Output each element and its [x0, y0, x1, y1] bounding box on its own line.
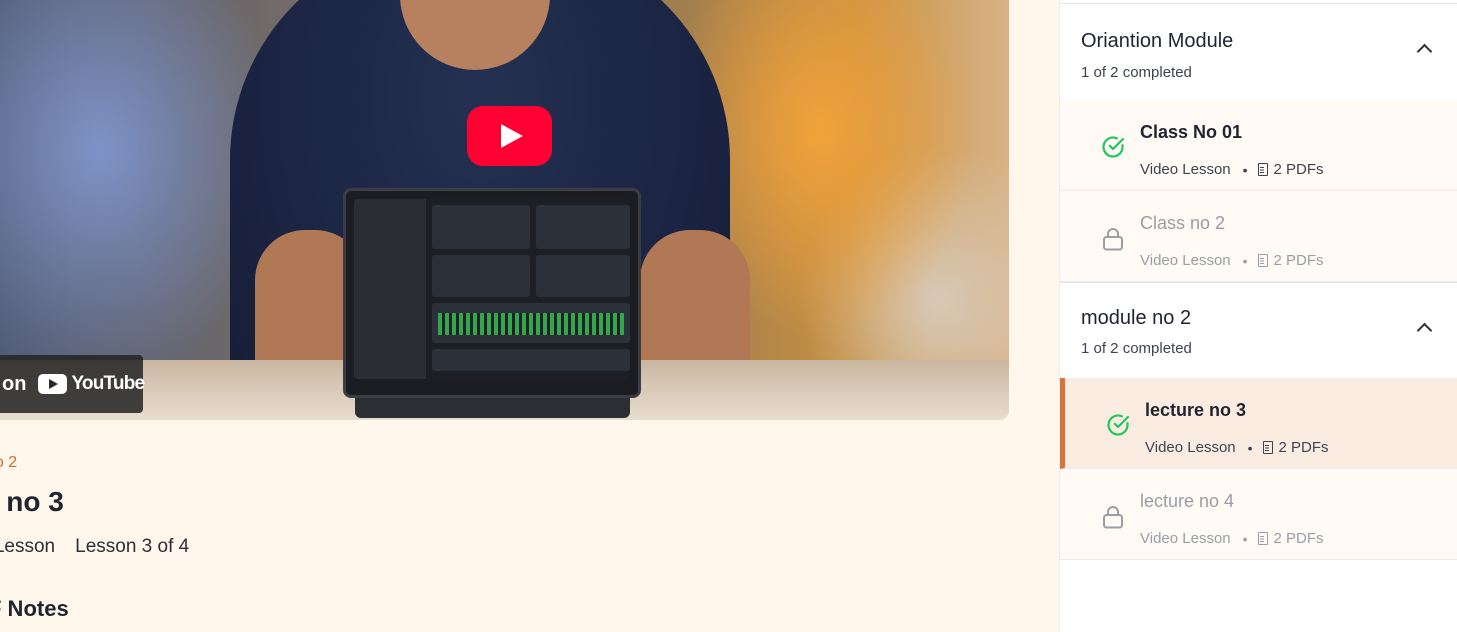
lesson-title: re no 3: [0, 486, 64, 517]
module-breadcrumb[interactable]: no 2: [0, 454, 17, 472]
laptop-screen: [354, 199, 630, 379]
lesson-meta: Video Lesson • 2 PDFs: [1140, 530, 1324, 547]
separator-dot: •: [1242, 252, 1248, 269]
lesson-type: Video Lesson: [1140, 252, 1231, 269]
lesson-meta: Video Lesson • 2 PDFs: [1145, 439, 1329, 456]
lesson-type: Video Lesson: [1145, 439, 1236, 456]
lesson-item-lecture-no-4[interactable]: lecture no 4 Video Lesson • 2 PDFs: [1060, 469, 1457, 560]
youtube-play-icon[interactable]: [467, 106, 552, 166]
lesson-name: lecture no 3: [1145, 400, 1247, 420]
lesson-item-lecture-no-3[interactable]: lecture no 3 Video Lesson • 2 PDFs: [1060, 378, 1457, 469]
document-icon: [1257, 163, 1268, 176]
chevron-up-icon[interactable]: [1416, 322, 1433, 339]
lock-icon: [1103, 506, 1123, 529]
check-circle-icon: [1107, 414, 1130, 436]
lesson-type: o Lesson: [0, 536, 56, 557]
youtube-logo: YouTube: [38, 373, 145, 395]
lesson-item-class-no-2[interactable]: Class no 2 Video Lesson • 2 PDFs: [1060, 191, 1457, 282]
module-title: Oriantion Module: [1081, 30, 1234, 52]
module-header-oriantion[interactable]: Oriantion Module 1 of 2 completed: [1060, 4, 1457, 100]
youtube-wordmark: YouTube: [71, 373, 145, 394]
youtube-logo-icon: [38, 374, 68, 394]
separator-dot: •: [1242, 530, 1248, 547]
watch-on-label: on: [2, 372, 27, 395]
video-thumbnail-laptop: [343, 188, 641, 398]
lesson-meta: Video Lesson • 2 PDFs: [1140, 252, 1324, 269]
separator-dot: •: [1242, 161, 1248, 178]
document-icon: [1257, 532, 1268, 545]
pdf-notes-heading: F Notes: [0, 596, 69, 621]
module-progress: 1 of 2 completed: [1081, 340, 1192, 357]
lesson-name: Class No 01: [1140, 122, 1243, 142]
document-icon: [1257, 254, 1268, 267]
lock-icon: [1103, 228, 1123, 251]
lesson-attachments: 2 PDFs: [1273, 530, 1324, 547]
module-header-module-no-2[interactable]: module no 2 1 of 2 completed: [1060, 283, 1457, 379]
lesson-attachments: 2 PDFs: [1273, 161, 1324, 178]
lesson-name: lecture no 4: [1140, 491, 1235, 511]
module-progress: 1 of 2 completed: [1081, 64, 1192, 81]
lesson-meta: o Lesson Lesson 3 of 4: [0, 536, 189, 558]
lesson-content-area: on YouTube no 2 re no 3 o Lesson Lesson …: [0, 0, 1059, 632]
lesson-name: Class no 2: [1140, 213, 1226, 233]
lesson-position: Lesson 3 of 4: [75, 536, 190, 557]
lesson-attachments: 2 PDFs: [1273, 252, 1324, 269]
course-sidebar: Oriantion Module 1 of 2 completed Class …: [1059, 0, 1457, 632]
chevron-up-icon[interactable]: [1416, 43, 1433, 60]
lesson-meta: Video Lesson • 2 PDFs: [1140, 161, 1324, 178]
lesson-item-class-no-01[interactable]: Class No 01 Video Lesson • 2 PDFs: [1060, 100, 1457, 191]
lesson-attachments: 2 PDFs: [1278, 439, 1329, 456]
document-icon: [1262, 441, 1273, 454]
lesson-type: Video Lesson: [1140, 530, 1231, 547]
separator-dot: •: [1247, 439, 1253, 456]
laptop-keyboard: [355, 398, 630, 418]
lesson-type: Video Lesson: [1140, 161, 1231, 178]
module-title: module no 2: [1081, 307, 1192, 329]
watch-on-youtube-button[interactable]: on YouTube: [0, 355, 145, 413]
video-player[interactable]: [0, 0, 1009, 420]
check-circle-icon: [1102, 136, 1125, 158]
